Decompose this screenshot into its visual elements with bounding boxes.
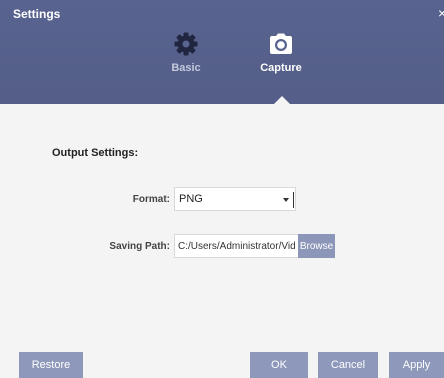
format-select-value: PNG [179,193,203,205]
tab-capture-label: Capture [260,62,302,74]
settings-dialog: Settings × Basic Capture Output Settings… [0,0,444,378]
active-tab-pointer [274,96,290,104]
select-divider [293,192,294,208]
format-select[interactable]: PNG [174,187,296,211]
tab-basic[interactable]: Basic [150,30,222,96]
dialog-title: Settings [13,7,61,21]
tab-capture[interactable]: Capture [245,30,317,96]
ok-button[interactable]: OK [250,352,308,378]
dialog-header: Settings × Basic Capture [0,0,444,104]
camera-icon [270,33,292,54]
format-label: Format: [132,194,170,205]
output-settings-title: Output Settings: [52,147,139,159]
cancel-button[interactable]: Cancel [318,352,378,378]
gear-icon [174,32,198,56]
chevron-down-icon [283,198,289,202]
close-icon[interactable]: × [438,5,444,21]
apply-button[interactable]: Apply [389,352,444,378]
restore-button[interactable]: Restore [19,352,83,378]
browse-button[interactable]: Browse [298,234,335,258]
tab-basic-label: Basic [171,62,201,74]
saving-path-label: Saving Path: [109,241,170,252]
saving-path-input[interactable] [174,234,298,258]
